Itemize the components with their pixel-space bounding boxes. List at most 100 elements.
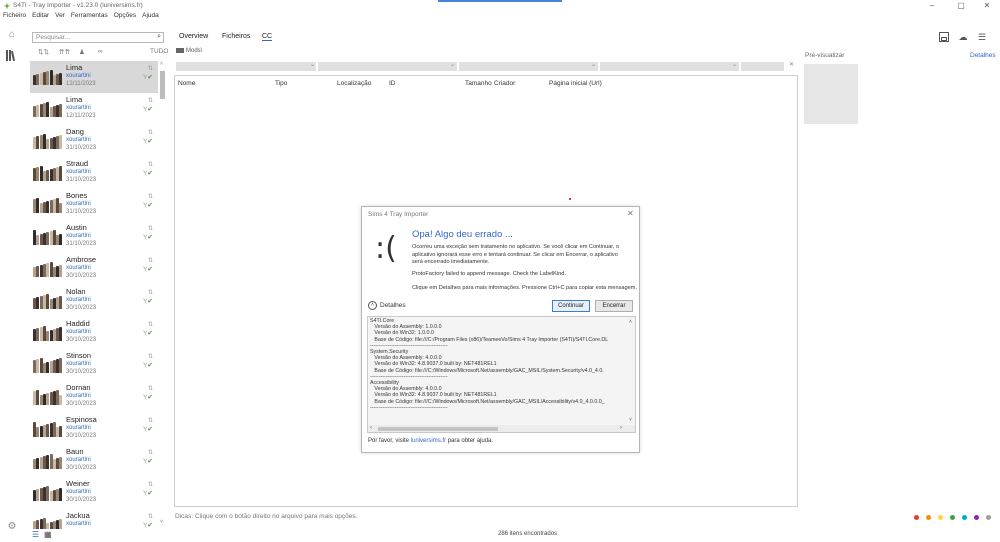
menu-opcoes[interactable]: Opções xyxy=(114,12,136,19)
scroll-up-icon[interactable]: ˄ xyxy=(160,61,163,67)
list-view-icon[interactable]: ☰ xyxy=(32,530,39,539)
color-tag-dot[interactable] xyxy=(926,515,931,520)
tab-overview[interactable]: Overview xyxy=(179,33,208,40)
menu-ficheiro[interactable]: Ficheiro xyxy=(3,12,26,19)
menu-ver[interactable]: Ver xyxy=(55,12,65,19)
tray-item-author[interactable]: xourartini xyxy=(66,201,91,207)
dialog-error: ProtoFactory failed to append message. C… xyxy=(412,271,566,277)
log-vertical-scrollbar[interactable]: ˄ ˅ xyxy=(627,317,635,426)
details-toggle[interactable]: ˄ Detalhes xyxy=(368,301,406,310)
scrollbar-thumb[interactable] xyxy=(160,71,165,99)
tray-item-author[interactable]: xourartini xyxy=(66,265,91,271)
tray-item[interactable]: Ambrose xourartini 30/10/2023 ⇅ Y✔ xyxy=(30,253,158,285)
scroll-down-icon[interactable]: ˅ xyxy=(629,417,632,423)
grid-view-icon[interactable]: ▦ xyxy=(44,530,52,539)
column-header-criador[interactable]: Criador xyxy=(494,80,515,87)
tab-ficheiros[interactable]: Ficheiros xyxy=(222,33,250,40)
color-tag-dot[interactable] xyxy=(986,515,991,520)
tray-item[interactable]: Jackua xourartini ⇅ Y✔ xyxy=(30,509,158,529)
tray-scrollbar[interactable]: ˄ ˅ xyxy=(159,61,166,529)
cloud-download-icon[interactable]: ☁ xyxy=(957,32,969,44)
tray-item[interactable]: Straud xourartini 31/10/2023 ⇅ Y✔ xyxy=(30,157,158,189)
continue-button[interactable]: Continuar xyxy=(552,300,590,312)
tab-cc[interactable]: CC xyxy=(262,33,273,41)
column-header-localizacao[interactable]: Localização xyxy=(337,80,371,87)
menu-ajuda[interactable]: Ajuda xyxy=(142,12,159,19)
tray-item[interactable]: Dornan xourartini 30/10/2023 ⇅ Y✔ xyxy=(30,381,158,413)
color-tag-dot[interactable] xyxy=(974,515,979,520)
tray-item-author[interactable]: xourartini xyxy=(66,329,91,335)
scroll-down-icon[interactable]: ˅ xyxy=(160,519,163,525)
menu-ferramentas[interactable]: Ferramentas xyxy=(71,12,108,19)
sort-icon[interactable]: ⇅⇅ xyxy=(38,48,49,56)
tray-item[interactable]: Baun xourartini 30/10/2023 ⇅ Y✔ xyxy=(30,445,158,477)
filter-dropdown-icon[interactable]: ⌄ xyxy=(732,61,737,68)
tray-item-author[interactable]: xourartini xyxy=(66,73,91,79)
dialog-close-button[interactable]: ✕ xyxy=(627,209,634,218)
tray-item-author[interactable]: xourartini xyxy=(66,425,91,431)
tray-item-author[interactable]: xourartini xyxy=(66,489,91,495)
filter-all[interactable]: TUDO xyxy=(150,48,168,55)
tray-item-author[interactable]: xourartini xyxy=(66,137,91,143)
tray-item[interactable]: Lima xourartini 12/11/2023 ⇅ Y✔ xyxy=(30,93,158,125)
tray-item-author[interactable]: xourartini xyxy=(66,457,91,463)
filter-dropdown-icon[interactable]: ⌄ xyxy=(450,61,455,68)
scrollbar-thumb[interactable] xyxy=(378,427,498,431)
column-header-tamanho[interactable]: Tamanho xyxy=(465,80,492,87)
color-tag-dot[interactable] xyxy=(938,515,943,520)
filter-dropdown-icon[interactable]: ⌄ xyxy=(591,61,596,68)
tray-item-author[interactable]: xourartini xyxy=(66,297,91,303)
household-thumbnail xyxy=(33,101,63,117)
tray-item[interactable]: Nolan xourartini 30/10/2023 ⇅ Y✔ xyxy=(30,285,158,317)
search-icon[interactable]: ⌕ xyxy=(157,33,161,41)
filter-field-localizacao[interactable] xyxy=(459,62,598,71)
filter-dropdown-icon[interactable]: ⌄ xyxy=(310,61,315,68)
column-header-tipo[interactable]: Tipo xyxy=(275,80,287,87)
maximize-button[interactable]: ▢ xyxy=(951,0,971,13)
tray-item-author[interactable]: xourartini xyxy=(66,521,91,527)
scroll-right-icon[interactable]: › xyxy=(620,425,622,431)
scroll-left-icon[interactable]: ‹ xyxy=(370,425,372,431)
minimize-button[interactable]: – xyxy=(922,0,942,13)
infinity-icon[interactable]: ∞ xyxy=(98,48,103,55)
tray-item[interactable]: Espinosa xourartini 30/10/2023 ⇅ Y✔ xyxy=(30,413,158,445)
column-header-id[interactable]: ID xyxy=(389,80,396,87)
color-tag-dot[interactable] xyxy=(914,515,919,520)
hamburger-menu-icon[interactable]: ☰ xyxy=(976,32,988,44)
library-icon[interactable] xyxy=(6,50,18,61)
tray-item[interactable]: Dang xourartini 31/10/2023 ⇅ Y✔ xyxy=(30,125,158,157)
save-icon[interactable] xyxy=(938,32,950,44)
details-link[interactable]: Detalhes xyxy=(970,52,996,59)
tray-item[interactable]: Stinson xourartini 30/10/2023 ⇅ Y✔ xyxy=(30,349,158,381)
clear-filter-icon[interactable]: ✕ xyxy=(789,61,794,68)
tray-item-author[interactable]: xourartini xyxy=(66,105,91,111)
color-tag-dot[interactable] xyxy=(962,515,967,520)
color-tag-dot[interactable] xyxy=(950,515,955,520)
search-input[interactable]: Pesquisar... ⌕ xyxy=(32,32,164,43)
tray-item-author[interactable]: xourartini xyxy=(66,169,91,175)
help-link[interactable]: luniversims.fr xyxy=(411,438,446,444)
scroll-up-icon[interactable]: ˄ xyxy=(629,319,632,325)
filter-field-id[interactable] xyxy=(600,62,739,71)
column-header-nome[interactable]: Nome xyxy=(178,80,195,87)
tray-item-author[interactable]: xourartini xyxy=(66,233,91,239)
filter-field-tipo[interactable] xyxy=(318,62,457,71)
log-horizontal-scrollbar[interactable]: ‹ › xyxy=(368,425,635,432)
close-button[interactable]: ✕ xyxy=(977,0,997,13)
tray-item[interactable]: Haddid xourartini 30/10/2023 ⇅ Y✔ xyxy=(30,317,158,349)
column-header-pagina[interactable]: Página inicial (Url) xyxy=(549,80,602,87)
tray-item-author[interactable]: xourartini xyxy=(66,393,91,399)
filter-field-nome[interactable] xyxy=(176,62,316,71)
tray-item[interactable]: Weiner xourartini 30/10/2023 ⇅ Y✔ xyxy=(30,477,158,509)
tray-item[interactable]: Bones xourartini 31/10/2023 ⇅ Y✔ xyxy=(30,189,158,221)
sort-updown-icon[interactable]: ⇈⇈ xyxy=(59,48,70,56)
tray-item[interactable]: Austin xourartini 31/10/2023 ⇅ Y✔ xyxy=(30,221,158,253)
tray-item[interactable]: Lima xourartini 12/11/2023 ⇅ Y✔ xyxy=(30,61,158,93)
filter-field-tamanho[interactable] xyxy=(741,62,784,71)
household-icon[interactable]: ♟ xyxy=(79,48,85,56)
details-log[interactable]: S4TI.Core Versão do Assembly: 1.0.0.0 Ve… xyxy=(367,316,636,433)
tray-item-author[interactable]: xourartini xyxy=(66,361,91,367)
exit-button[interactable]: Encerrar xyxy=(595,300,633,312)
home-icon[interactable]: ⌂ xyxy=(6,29,18,41)
menu-editar[interactable]: Editar xyxy=(32,12,49,19)
